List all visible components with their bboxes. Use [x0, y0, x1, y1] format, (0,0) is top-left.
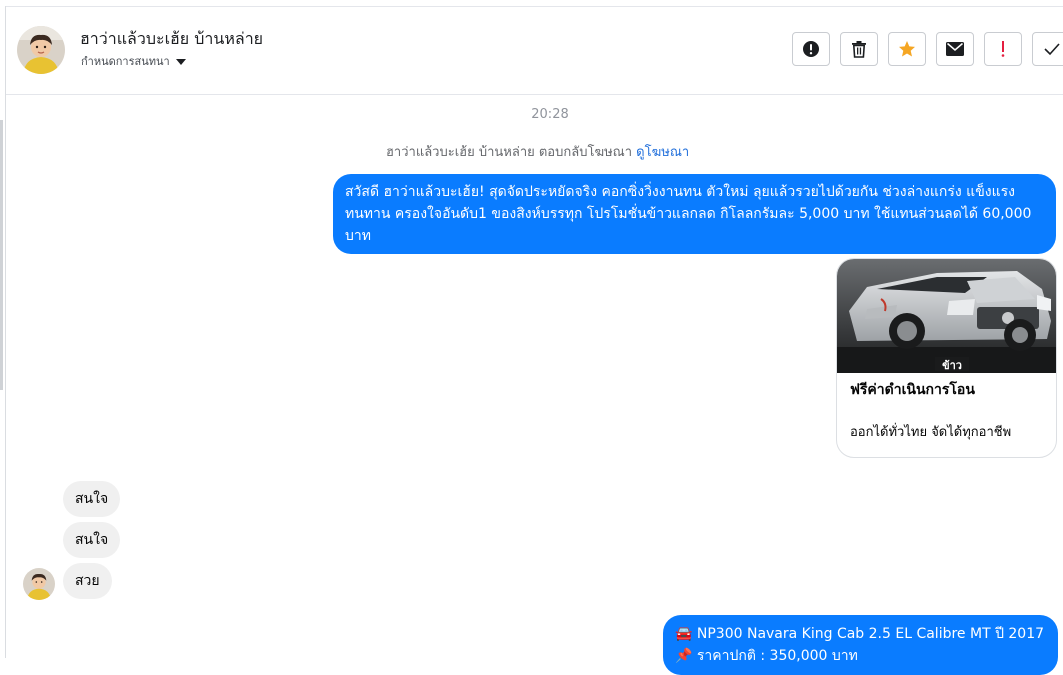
ad-card-subtitle: ออกได้ทั่วไทย จัดได้ทุกอาชีพ — [850, 425, 1012, 440]
window-top-edge — [0, 0, 1063, 7]
sender-avatar[interactable] — [23, 568, 55, 600]
incoming-message[interactable]: สนใจ — [63, 481, 121, 517]
ad-card-title: ฟรีค่าดำเนินการโอน — [850, 382, 975, 398]
ad-reply-notice: ฮาว่าแล้วบะเฮ้ย บ้านหล่าย ตอบกลับโฆษณา ด… — [386, 141, 689, 162]
star-button[interactable] — [888, 32, 926, 66]
listing-line-1: 🚘 NP300 Navara King Cab 2.5 EL Calibre M… — [675, 626, 1045, 642]
incoming-message[interactable]: สนใจ — [63, 522, 121, 558]
conversation-header: ฮาว่าแล้วบะเฮ้ย บ้านหล่าย กำหนดการสนทนา — [6, 7, 1063, 95]
outgoing-message-listing[interactable]: 🚘 NP300 Navara King Cab 2.5 EL Calibre M… — [663, 615, 1058, 675]
outgoing-message[interactable]: สวัสดี ฮาว่าแล้วบะเฮ้ย! สุดจัดประหยัดจริ… — [333, 174, 1056, 254]
caret-down-icon — [175, 59, 186, 65]
mark-done-button[interactable] — [1032, 32, 1063, 66]
conversation-tag-dropdown[interactable]: กำหนดการสนทนา — [81, 52, 186, 70]
mark-spam-button[interactable] — [792, 32, 830, 66]
ad-card-image: ข้าว — [837, 259, 1056, 373]
star-icon — [899, 41, 915, 57]
check-icon — [1044, 43, 1060, 56]
ad-card[interactable]: ข้าว ฟรีค่าดำเนินการโอน ออกได้ทั่วไทย จั… — [836, 258, 1057, 458]
mark-important-button[interactable] — [984, 32, 1022, 66]
incoming-message[interactable]: สวย — [63, 563, 112, 599]
timestamp-separator: 20:28 — [531, 107, 569, 122]
ad-reply-text: ฮาว่าแล้วบะเฮ้ย บ้านหล่าย ตอบกลับโฆษณา — [386, 145, 633, 160]
mark-unread-button[interactable] — [936, 32, 974, 66]
trash-icon — [852, 41, 866, 58]
envelope-icon — [946, 42, 964, 56]
contact-name: ฮาว่าแล้วบะเฮ้ย บ้านหล่าย — [80, 29, 264, 48]
delete-button[interactable] — [840, 32, 878, 66]
contact-avatar[interactable] — [17, 26, 65, 74]
exclamation-icon — [1001, 41, 1005, 57]
tag-label: กำหนดการสนทนา — [81, 55, 170, 68]
listing-line-2: 📌 ราคาปกติ : 350,000 บาท — [675, 648, 858, 664]
alert-circle-icon — [803, 41, 819, 57]
view-ad-link[interactable]: ดูโฆษณา — [636, 145, 689, 160]
left-scrollbar[interactable] — [0, 120, 3, 390]
ad-card-image-text: ข้าว — [942, 359, 962, 372]
